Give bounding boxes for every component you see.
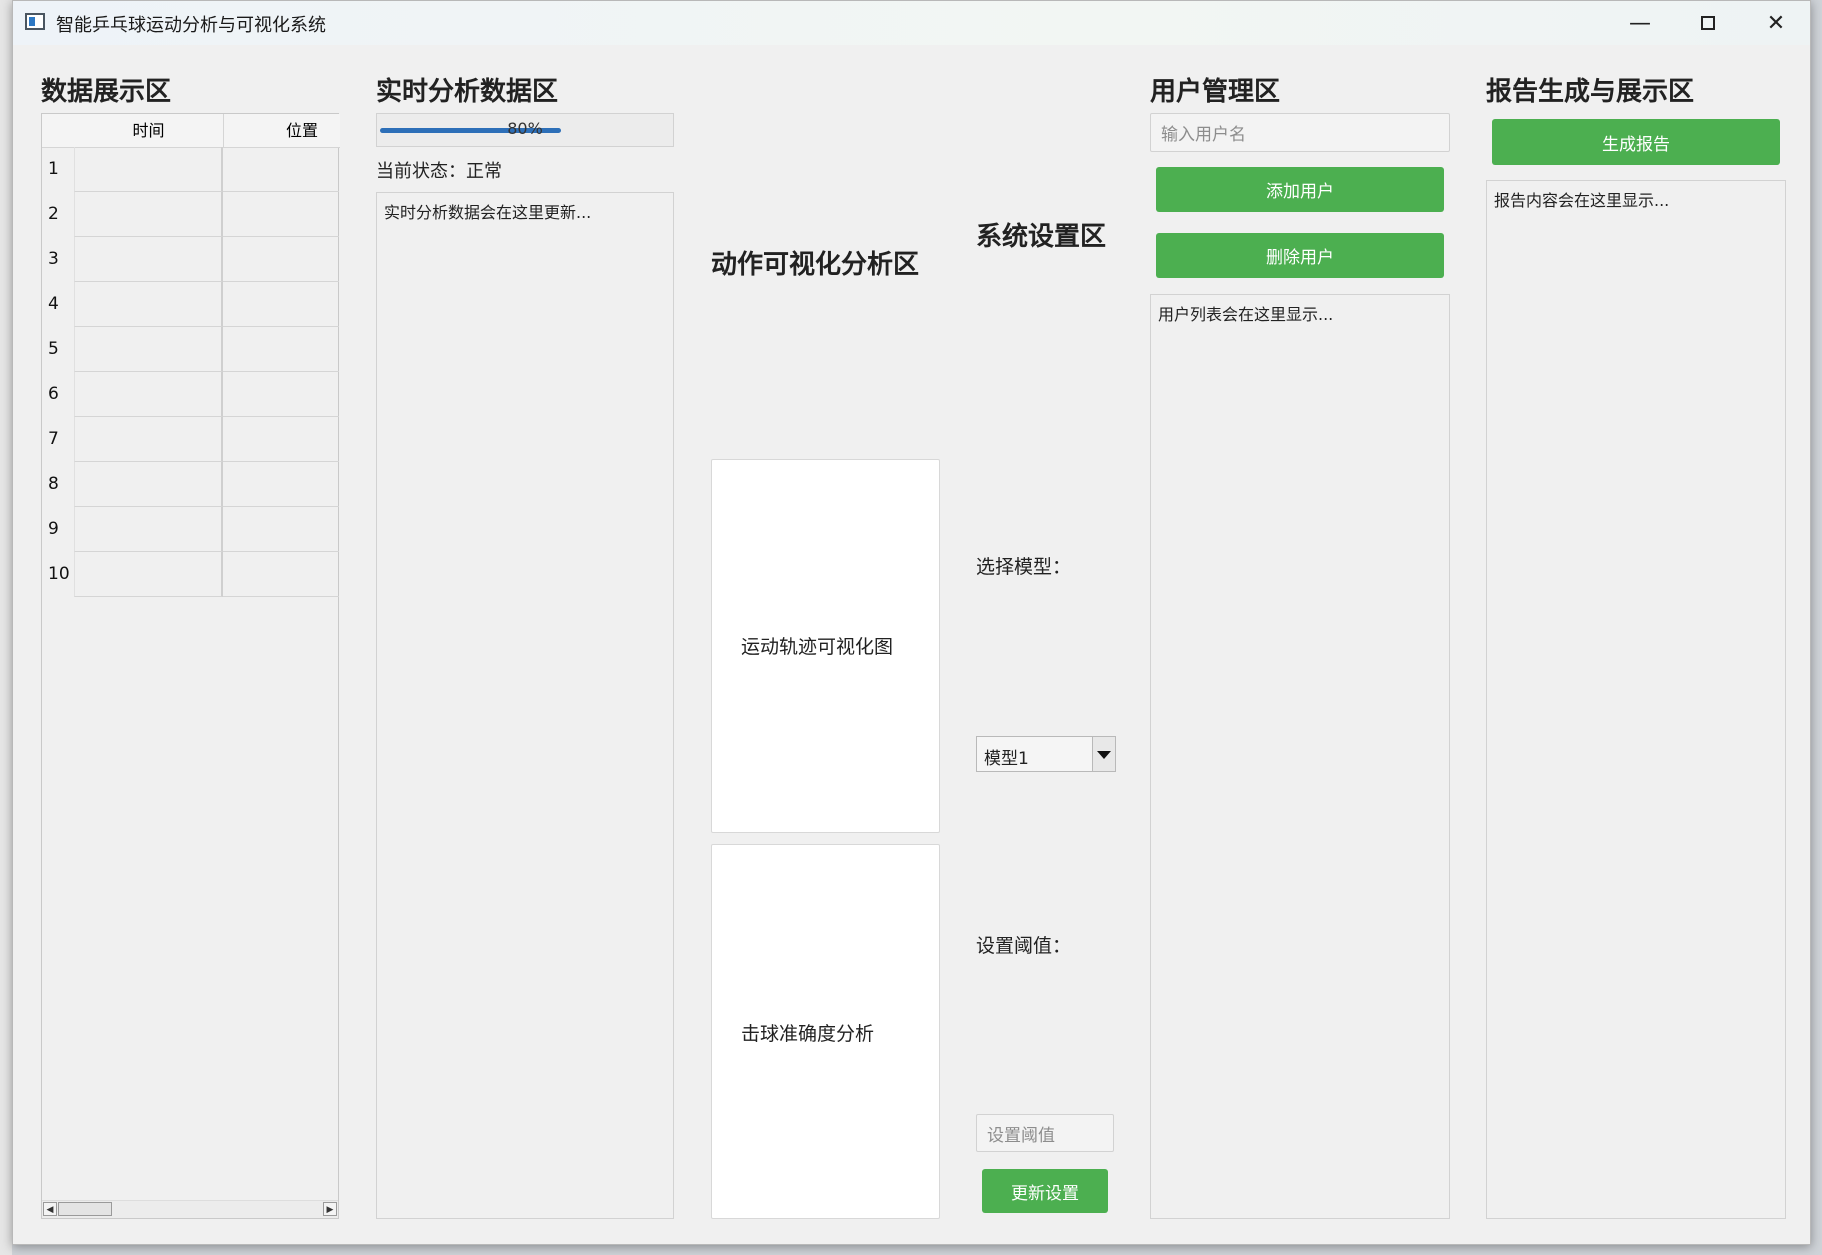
- row-number[interactable]: 10: [42, 552, 74, 597]
- visualization-title: 动作可视化分析区: [711, 250, 920, 280]
- delete-user-button[interactable]: 删除用户: [1156, 233, 1444, 278]
- realtime-title: 实时分析数据区: [376, 77, 559, 107]
- report-content[interactable]: 报告内容会在这里显示...: [1486, 180, 1786, 1219]
- table-row[interactable]: 9: [42, 507, 340, 552]
- cell-time[interactable]: [74, 462, 223, 507]
- status-text: 当前状态：正常: [376, 161, 502, 182]
- cell-time[interactable]: [74, 147, 223, 192]
- threshold-label: 设置阈值：: [976, 935, 1072, 957]
- close-icon: ✕: [1766, 10, 1786, 36]
- row-number[interactable]: 8: [42, 462, 74, 507]
- table-header: 时间 位置: [42, 114, 340, 148]
- model-select[interactable]: 模型1: [976, 736, 1116, 772]
- horizontal-scrollbar[interactable]: ◀ ▶: [42, 1200, 338, 1218]
- close-button[interactable]: ✕: [1742, 1, 1810, 45]
- maximize-button[interactable]: [1674, 1, 1742, 45]
- realtime-log[interactable]: 实时分析数据会在这里更新...: [376, 192, 674, 1219]
- cell-position[interactable]: [223, 552, 339, 597]
- cell-position[interactable]: [223, 372, 339, 417]
- table-row[interactable]: 8: [42, 462, 340, 507]
- threshold-input[interactable]: 设置阈值: [976, 1114, 1114, 1152]
- cell-time[interactable]: [74, 192, 223, 237]
- minimize-button[interactable]: —: [1606, 1, 1674, 45]
- analysis-progress-bar: 80%: [376, 113, 674, 147]
- table-row[interactable]: 5: [42, 327, 340, 372]
- row-number[interactable]: 7: [42, 417, 74, 462]
- row-number[interactable]: 1: [42, 147, 74, 192]
- trajectory-chart: 运动轨迹可视化图: [711, 459, 940, 833]
- update-settings-button[interactable]: 更新设置: [982, 1169, 1108, 1213]
- add-user-button[interactable]: 添加用户: [1156, 167, 1444, 212]
- window-title: 智能乒乓球运动分析与可视化系统: [56, 15, 326, 36]
- column-header-position[interactable]: 位置: [224, 114, 340, 147]
- row-number[interactable]: 2: [42, 192, 74, 237]
- accuracy-chart: 击球准确度分析: [711, 844, 940, 1219]
- cell-position[interactable]: [223, 147, 339, 192]
- app-window: 智能乒乓球运动分析与可视化系统 — ✕ 数据展示区 时间 位置 12345678…: [12, 0, 1811, 1245]
- row-number[interactable]: 6: [42, 372, 74, 417]
- scroll-right-icon[interactable]: ▶: [323, 1202, 337, 1216]
- cell-time[interactable]: [74, 372, 223, 417]
- table-row[interactable]: 3: [42, 237, 340, 282]
- cell-time[interactable]: [74, 327, 223, 372]
- row-number[interactable]: 3: [42, 237, 74, 282]
- table-row[interactable]: 10: [42, 552, 340, 597]
- username-input[interactable]: 输入用户名: [1150, 113, 1450, 152]
- cell-time[interactable]: [74, 417, 223, 462]
- scrollbar-thumb[interactable]: [58, 1202, 112, 1216]
- settings-title: 系统设置区: [976, 222, 1107, 252]
- maximize-icon: [1701, 16, 1715, 30]
- app-icon: [25, 13, 45, 30]
- row-number[interactable]: 5: [42, 327, 74, 372]
- cell-position[interactable]: [223, 462, 339, 507]
- model-label: 选择模型：: [976, 556, 1072, 578]
- cell-position[interactable]: [223, 417, 339, 462]
- user-list[interactable]: 用户列表会在这里显示...: [1150, 294, 1450, 1219]
- cell-time[interactable]: [74, 507, 223, 552]
- accuracy-label: 击球准确度分析: [741, 1023, 875, 1045]
- row-number[interactable]: 9: [42, 507, 74, 552]
- data-table[interactable]: 时间 位置 1 2 3 4 5 6 7 8 9 10 ◀ ▶: [41, 113, 340, 1219]
- progress-text: 80%: [507, 119, 543, 138]
- minimize-icon: —: [1629, 10, 1651, 36]
- cell-time[interactable]: [74, 552, 223, 597]
- table-row[interactable]: 4: [42, 282, 340, 327]
- trajectory-label: 运动轨迹可视化图: [741, 636, 894, 658]
- cell-position[interactable]: [223, 192, 339, 237]
- cell-position[interactable]: [223, 237, 339, 282]
- table-row[interactable]: 2: [42, 192, 340, 237]
- table-row[interactable]: 1: [42, 147, 340, 192]
- cell-position[interactable]: [223, 282, 339, 327]
- generate-report-button[interactable]: 生成报告: [1492, 119, 1780, 165]
- cell-time[interactable]: [74, 237, 223, 282]
- table-corner: [42, 114, 74, 147]
- title-bar: 智能乒乓球运动分析与可视化系统 — ✕: [13, 1, 1810, 45]
- scroll-left-icon[interactable]: ◀: [43, 1202, 57, 1216]
- user-management-title: 用户管理区: [1150, 77, 1281, 107]
- table-row[interactable]: 6: [42, 372, 340, 417]
- row-number[interactable]: 4: [42, 282, 74, 327]
- chevron-down-icon[interactable]: [1092, 737, 1115, 771]
- report-title: 报告生成与展示区: [1486, 77, 1695, 107]
- cell-position[interactable]: [223, 327, 339, 372]
- table-row[interactable]: 7: [42, 417, 340, 462]
- cell-position[interactable]: [223, 507, 339, 552]
- model-select-value: 模型1: [984, 749, 1029, 769]
- column-header-time[interactable]: 时间: [74, 114, 224, 147]
- data-display-title: 数据展示区: [41, 77, 172, 107]
- cell-time[interactable]: [74, 282, 223, 327]
